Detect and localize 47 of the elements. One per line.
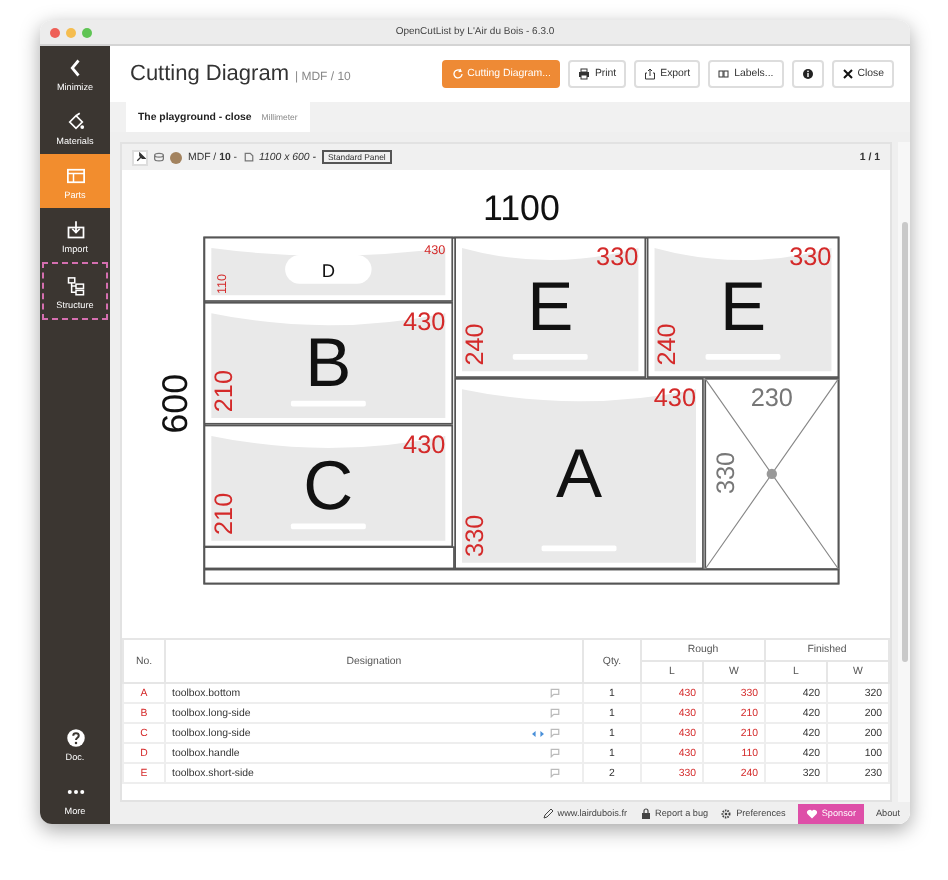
heart-icon [805,807,818,819]
dimension-label: 430 [652,384,696,413]
labels-icon [718,68,731,80]
arrows-icon [532,729,544,737]
pencil-icon [541,807,554,819]
dimension-label: 210 [209,492,238,535]
materials-icon [65,112,85,132]
part-letter: E [526,270,573,347]
dimension-label: 600 [154,373,195,434]
lock-icon [639,807,652,819]
gear-icon [720,807,733,819]
parts-icon [65,166,85,186]
refresh-icon [451,68,464,80]
part-letter: C [302,449,353,526]
window-close-button[interactable] [50,27,60,37]
info-button[interactable] [791,60,824,88]
import-icon [65,220,85,240]
structure-icon [65,276,85,296]
dimension-label: 230 [749,384,792,413]
pin-icon[interactable] [132,149,148,165]
doc-icon [65,728,85,748]
info-icon [801,68,814,80]
window-zoom-button[interactable] [82,27,92,37]
print-icon [578,68,591,80]
dimension-label: 1100 [482,188,559,229]
dimension-label: 430 [402,308,445,337]
export-icon [644,68,657,80]
part-letter: E [718,270,766,347]
dimension-label: 240 [459,323,488,366]
window-minimize-button[interactable] [66,27,76,37]
dimension-label: 330 [711,451,740,495]
scrollbar-thumb[interactable] [901,222,907,662]
dimension-label: 330 [459,514,488,557]
part-letter: D [320,260,334,281]
minimize-icon [65,58,85,78]
dimension-label: 330 [595,243,638,272]
database-icon [154,152,164,162]
dimension-label: 210 [209,370,238,413]
page-title: Cutting Diagram [130,62,289,86]
material-dot-icon [170,151,182,163]
sheet-icon [243,152,254,162]
part-letter: B [304,326,351,403]
close-icon [841,68,854,80]
part-letter: A [555,436,602,513]
dimension-label: 330 [788,243,831,272]
dimension-label: 240 [652,323,681,366]
dimension-label: 430 [402,431,445,460]
